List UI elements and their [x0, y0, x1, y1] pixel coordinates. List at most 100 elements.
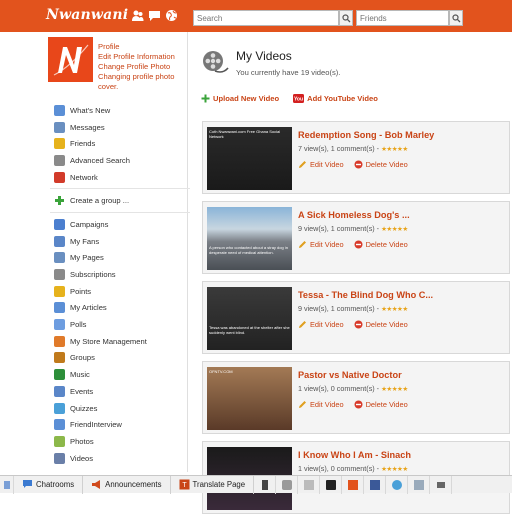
sidebar-item-groups[interactable]: Groups — [54, 350, 186, 367]
notifications-globe-icon[interactable] — [165, 9, 178, 22]
sidebar-item-messages[interactable]: Messages — [54, 119, 186, 136]
toolbar-bookmark-button[interactable] — [408, 475, 431, 494]
toolbar-logo-button[interactable] — [342, 475, 365, 494]
sidebar-item-my-store-management[interactable]: My Store Management — [54, 333, 186, 350]
add-youtube-button[interactable]: You Add YouTube Video — [293, 94, 378, 103]
delete-video-button[interactable]: Delete Video — [354, 320, 408, 329]
search-input[interactable] — [194, 11, 338, 25]
sidebar-item-label: Polls — [70, 320, 87, 330]
toolbar-alien-button[interactable] — [320, 475, 343, 494]
quizzes-icon — [54, 402, 65, 414]
sidebar-item-polls[interactable]: Polls — [54, 316, 186, 333]
sidebar-item-photos[interactable]: Photos — [54, 433, 186, 450]
avatar[interactable] — [48, 37, 93, 82]
delete-icon — [354, 240, 363, 249]
main-content: My Videos You currently have 19 video(s)… — [189, 32, 512, 514]
edit-video-button[interactable]: Edit Video — [298, 400, 344, 409]
sidebar-item-subscriptions[interactable]: Subscriptions — [54, 266, 186, 283]
sidebar-item-music[interactable]: Music — [54, 366, 186, 383]
sidebar-item-label: What's New — [70, 105, 111, 115]
delete-video-button[interactable]: Delete Video — [354, 240, 408, 249]
change-photo-link[interactable]: Change Profile Photo — [98, 62, 175, 72]
sidebar-item-friends[interactable]: Friends — [54, 135, 186, 152]
what-s-new-icon — [54, 104, 65, 116]
video-title-link[interactable]: I Know Who I Am - Sinach — [298, 450, 411, 460]
video-meta-text: 1 view(s), 0 comment(s) - — [298, 384, 380, 393]
chatrooms-button[interactable]: Chatrooms — [14, 475, 84, 494]
announcements-button[interactable]: Announcements — [83, 475, 171, 494]
groups-icon — [54, 352, 65, 364]
video-title-link[interactable]: Pastor vs Native Doctor — [298, 370, 402, 380]
edit-profile-link[interactable]: Edit Profile Information — [98, 52, 175, 62]
profile-link[interactable]: Profile — [98, 42, 175, 52]
divider — [50, 212, 190, 214]
friends-search-input[interactable] — [357, 11, 448, 25]
rating-stars-icon: ★★★★★ — [381, 385, 408, 393]
sidebar-item-network[interactable]: Network — [54, 169, 186, 186]
toolbar-twitter-button[interactable] — [386, 475, 409, 494]
toolbar-grid-button[interactable] — [298, 475, 321, 494]
video-thumbnail[interactable]: Tessa was abandoned at the shelter after… — [207, 287, 292, 350]
alien-icon — [325, 479, 336, 490]
left-sidebar: Profile Edit Profile Information Change … — [0, 32, 190, 472]
grid-icon — [303, 479, 314, 490]
delete-video-button[interactable]: Delete Video — [354, 400, 408, 409]
change-cover-link-cont[interactable]: cover. — [98, 82, 175, 92]
video-thumbnail[interactable]: OFNTV.COM — [207, 367, 292, 430]
sidebar-item-label: Advanced Search — [70, 155, 130, 165]
megaphone-icon — [92, 480, 101, 489]
video-thumbnail[interactable]: A person who contacted about a stray dog… — [207, 207, 292, 270]
sidebar-item-my-fans[interactable]: My Fans — [54, 233, 186, 250]
sidebar-item-quizzes[interactable]: Quizzes — [54, 400, 186, 417]
toolbar-facebook-button[interactable] — [364, 475, 387, 494]
facebook-icon — [369, 479, 380, 490]
sidebar-item-points[interactable]: Points — [54, 283, 186, 300]
sidebar-item-videos[interactable]: Videos — [54, 450, 186, 467]
messages-icon[interactable] — [148, 9, 161, 22]
sidebar-item-events[interactable]: Events — [54, 383, 186, 400]
translate-page-button[interactable]: T Translate Page — [171, 475, 255, 494]
toolbar-lfs-button[interactable] — [430, 475, 453, 494]
announcements-label: Announcements — [105, 480, 162, 489]
toolbar-phone-button[interactable] — [254, 475, 277, 494]
edit-video-button[interactable]: Edit Video — [298, 320, 344, 329]
menu-arrow-button[interactable] — [0, 475, 14, 494]
edit-video-button[interactable]: Edit Video — [298, 160, 344, 169]
sidebar-item-advanced-search[interactable]: Advanced Search — [54, 152, 186, 169]
sidebar-item-friendinterview[interactable]: FriendInterview — [54, 416, 186, 433]
video-title-link[interactable]: Tessa - The Blind Dog Who C... — [298, 290, 433, 300]
video-thumbnail[interactable]: Coth Nwanwani.com Free Ghana Social Netw… — [207, 127, 292, 190]
bookmark-icon — [413, 479, 424, 490]
sidebar-item-my-pages[interactable]: My Pages — [54, 250, 186, 267]
edit-video-button[interactable]: Edit Video — [298, 240, 344, 249]
search-button[interactable] — [339, 10, 353, 26]
sidebar-item-label: Campaigns — [70, 219, 109, 229]
translate-label: Translate Page — [192, 480, 246, 489]
video-title-link[interactable]: A Sick Homeless Dog's ... — [298, 210, 410, 220]
video-stats: 9 view(s), 1 comment(s) - ★★★★★ — [298, 224, 408, 233]
change-cover-link[interactable]: Changing profile photo — [98, 72, 175, 82]
sidebar-item-what-s-new[interactable]: What's New — [54, 102, 186, 119]
video-meta-text: 1 view(s), 0 comment(s) - — [298, 464, 380, 473]
points-icon — [54, 285, 65, 297]
delete-video-label: Delete Video — [365, 240, 408, 249]
edit-video-label: Edit Video — [310, 400, 344, 409]
bottom-toolbar: Chatrooms Announcements T Translate Page — [0, 475, 512, 494]
profile-links: Profile Edit Profile Information Change … — [98, 42, 175, 92]
rating-stars-icon: ★★★★★ — [381, 305, 408, 313]
videos-icon — [54, 452, 65, 464]
friends-search-button[interactable] — [449, 10, 463, 26]
sidebar-item-campaigns[interactable]: Campaigns — [54, 216, 186, 233]
site-logo[interactable]: Nwanwani — [46, 7, 128, 23]
sidebar-item-create-group[interactable]: Create a group ... — [54, 192, 186, 209]
delete-video-button[interactable]: Delete Video — [354, 160, 408, 169]
video-title-link[interactable]: Redemption Song - Bob Marley — [298, 130, 434, 140]
sidebar-item-label: Photos — [70, 436, 94, 446]
lfs-icon — [436, 481, 445, 488]
sidebar-item-my-articles[interactable]: My Articles — [54, 300, 186, 317]
my-store-management-icon — [54, 335, 65, 347]
toolbar-chat-button[interactable] — [276, 475, 299, 494]
friend-requests-icon[interactable] — [131, 9, 144, 22]
rating-stars-icon: ★★★★★ — [381, 145, 408, 153]
upload-video-button[interactable]: Upload New Video — [201, 94, 279, 103]
